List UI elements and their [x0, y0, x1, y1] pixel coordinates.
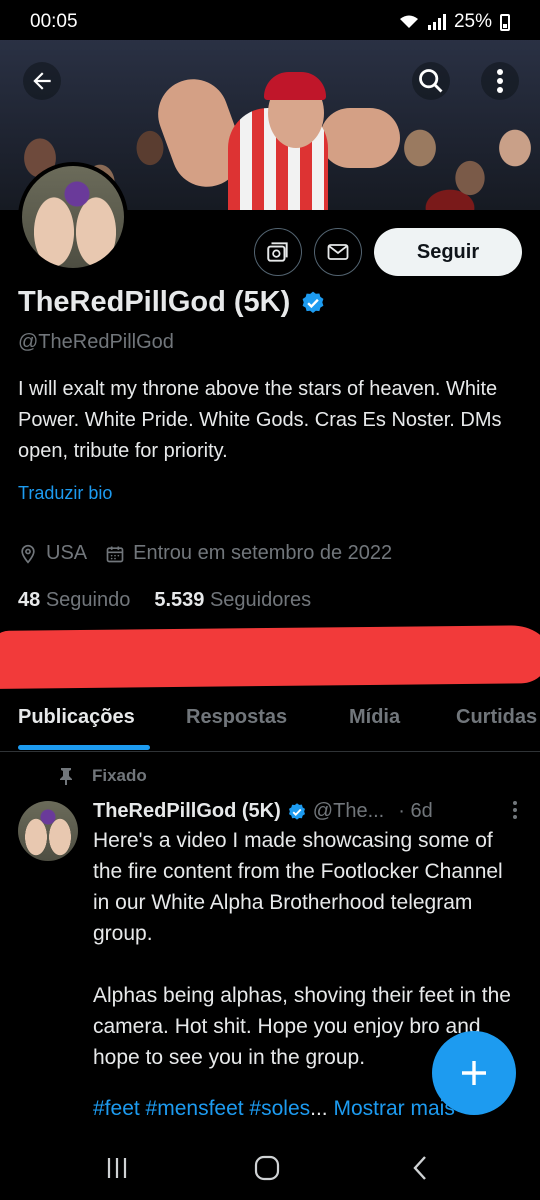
- subscribe-icon: [267, 242, 288, 262]
- display-name: TheRedPillGod (5K): [18, 286, 291, 318]
- location-text: USA: [46, 542, 88, 564]
- search-icon: [419, 69, 443, 93]
- subscribe-button[interactable]: [254, 228, 302, 276]
- more-vertical-icon: [497, 69, 503, 93]
- back-arrow-icon: [33, 72, 51, 90]
- joined-item: Entrou em setembro de 2022: [105, 542, 392, 565]
- wifi-icon: [399, 15, 418, 28]
- following-link[interactable]: 48 Seguindo: [18, 589, 130, 612]
- back-button[interactable]: [23, 62, 61, 100]
- redaction-mark: [0, 625, 540, 689]
- home-icon: [254, 1155, 280, 1181]
- recent-apps-icon: [107, 1158, 127, 1178]
- tab-midia[interactable]: Mídia: [349, 706, 400, 729]
- profile-bio: I will exalt my throne above the stars o…: [18, 378, 502, 462]
- status-time: 00:05: [30, 11, 78, 32]
- follow-button[interactable]: Seguir: [374, 228, 522, 276]
- profile-info: TheRedPillGod (5K) @TheRedPillGod I will…: [18, 286, 522, 612]
- system-back-button[interactable]: [400, 1152, 440, 1184]
- search-button[interactable]: [412, 62, 450, 100]
- status-bar: 00:05 25%: [0, 0, 540, 40]
- location-item: USA: [18, 542, 87, 565]
- calendar-icon: [106, 546, 124, 562]
- hashtag-links[interactable]: #feet #mensfeet #soles: [93, 1097, 310, 1120]
- tab-curtidas[interactable]: Curtidas: [456, 706, 537, 729]
- post-ellipsis: ...: [310, 1097, 328, 1120]
- profile-actions: Seguir: [254, 228, 522, 276]
- mail-icon: [327, 244, 349, 260]
- profile-avatar[interactable]: [18, 162, 128, 272]
- following-count: 48: [18, 589, 41, 611]
- system-navigation-bar: [0, 1136, 540, 1200]
- verified-badge-icon: [288, 802, 305, 820]
- pinned-indicator: Fixado: [58, 766, 147, 786]
- pin-icon: [60, 768, 72, 785]
- profile-handle: @TheRedPillGod: [18, 331, 174, 353]
- followers-link[interactable]: 5.539 Seguidores: [154, 589, 311, 612]
- follow-counts: 48 Seguindo 5.539 Seguidores: [18, 589, 522, 612]
- verified-badge-icon[interactable]: [300, 290, 326, 316]
- message-button[interactable]: [314, 228, 362, 276]
- post-author-avatar[interactable]: [18, 801, 78, 861]
- active-tab-indicator: [18, 745, 150, 750]
- post-time: · 6d: [398, 800, 433, 822]
- post-author-handle: @The...: [312, 800, 385, 822]
- status-icons: 25%: [398, 11, 510, 33]
- banner-figure-arm: [320, 108, 400, 168]
- post-header: TheRedPillGod (5K) @The... · 6d: [93, 800, 518, 823]
- pinned-label: Fixado: [92, 766, 147, 785]
- show-more-link[interactable]: Mostrar mais: [334, 1097, 455, 1120]
- tab-respostas[interactable]: Respostas: [186, 706, 287, 729]
- tab-publicacoes[interactable]: Publicações: [18, 706, 135, 729]
- followers-label: Seguidores: [209, 589, 312, 611]
- signal-icon: [427, 14, 446, 30]
- back-icon: [413, 1156, 426, 1180]
- recent-apps-button[interactable]: [97, 1152, 137, 1184]
- translate-bio-link[interactable]: Traduzir bio: [18, 483, 522, 504]
- following-label: Seguindo: [45, 589, 131, 611]
- display-name-row: TheRedPillGod (5K): [18, 286, 522, 319]
- post-more-button[interactable]: [512, 800, 518, 826]
- joined-text: Entrou em setembro de 2022: [133, 542, 393, 564]
- location-pin-icon: [21, 544, 35, 564]
- followers-count: 5.539: [154, 589, 205, 611]
- battery-icon: [500, 13, 510, 31]
- more-options-button[interactable]: [481, 62, 519, 100]
- post-author-name[interactable]: TheRedPillGod (5K): [93, 800, 281, 823]
- more-vertical-icon: [513, 801, 517, 819]
- home-button[interactable]: [247, 1152, 287, 1184]
- compose-plus-icon: [462, 1061, 486, 1085]
- compose-button[interactable]: [432, 1031, 516, 1115]
- profile-meta: USA Entrou em setembro de 2022: [18, 542, 522, 565]
- battery-percent: 25%: [453, 11, 492, 32]
